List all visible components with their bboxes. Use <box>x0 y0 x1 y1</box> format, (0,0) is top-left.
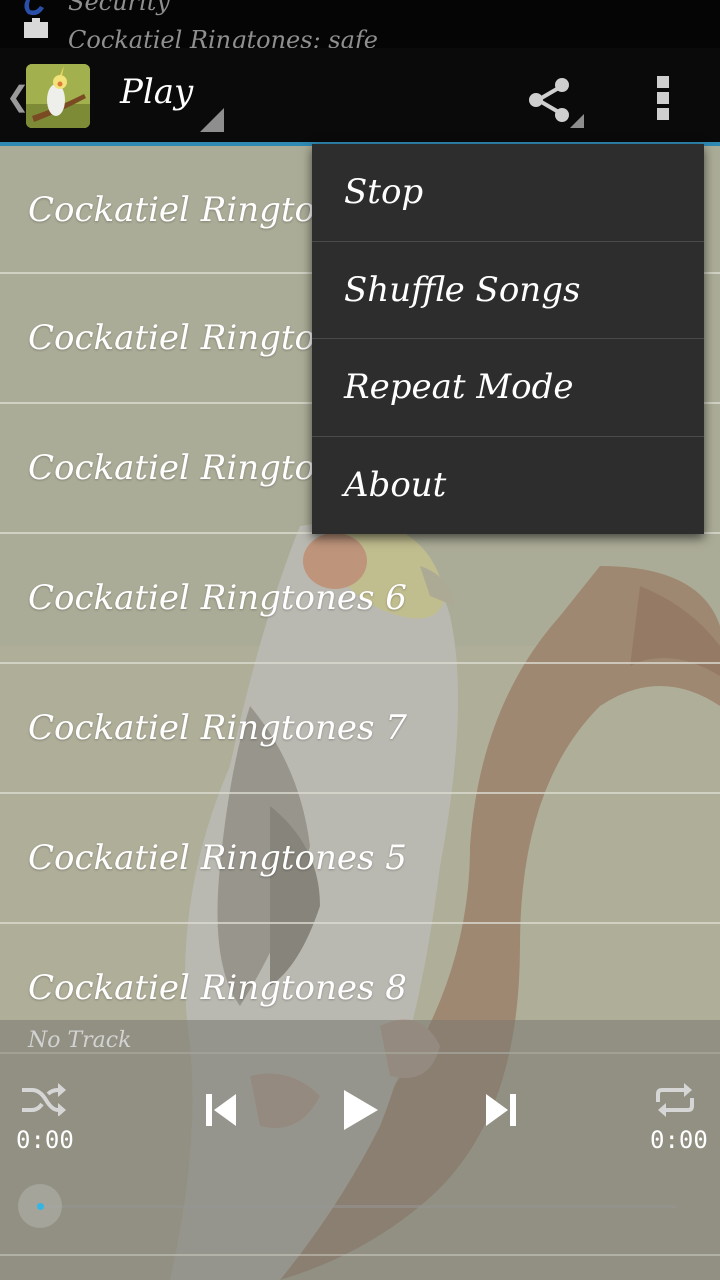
notification-bar: Security Cockatiel Ringtones: safe <box>0 0 720 48</box>
list-item[interactable]: Cockatiel Ringtones 7 <box>0 664 720 794</box>
notification-subtitle: Cockatiel Ringtones: safe <box>68 26 378 48</box>
track-name: No Track <box>28 1028 132 1053</box>
page-title: Play <box>120 72 194 112</box>
menu-item-label: Repeat Mode <box>344 367 574 407</box>
menu-item-label: About <box>344 464 447 505</box>
overflow-popup-menu: Stop Shuffle Songs Repeat Mode About <box>312 144 704 534</box>
bottom-divider <box>0 1254 720 1256</box>
list-item[interactable]: Cockatiel Ringtones 6 <box>0 534 720 664</box>
action-bar: ❮ Play <box>0 48 720 146</box>
play-icon[interactable] <box>340 1088 380 1132</box>
overflow-menu-icon[interactable] <box>640 70 686 124</box>
menu-item-label: Shuffle Songs <box>344 269 581 310</box>
share-dropdown-icon <box>570 114 584 128</box>
total-time: 0:00 <box>650 1126 708 1154</box>
elapsed-time: 0:00 <box>16 1126 74 1154</box>
seek-track <box>36 1205 676 1208</box>
next-icon[interactable] <box>484 1092 518 1128</box>
menu-item-shuffle-songs[interactable]: Shuffle Songs <box>312 242 704 339</box>
spinner-dropdown-icon <box>200 108 224 132</box>
list-item-label: Cockatiel Ringtones 6 <box>28 578 407 618</box>
list-item[interactable]: Cockatiel Ringtones 5 <box>0 794 720 924</box>
menu-item-repeat-mode[interactable]: Repeat Mode <box>312 339 704 437</box>
notification-title: Security <box>68 0 170 16</box>
repeat-icon[interactable] <box>654 1082 696 1118</box>
list-item-label: Cockatiel Ringtones 5 <box>28 838 407 878</box>
list-item-label: Cockatiel Ringtones 7 <box>28 708 407 748</box>
share-button[interactable] <box>520 66 586 132</box>
seek-thumb[interactable] <box>18 1184 62 1228</box>
menu-item-about[interactable]: About <box>312 437 704 535</box>
previous-icon[interactable] <box>204 1092 238 1128</box>
shuffle-icon[interactable] <box>20 1082 66 1116</box>
menu-item-stop[interactable]: Stop <box>312 144 704 242</box>
seek-bar[interactable] <box>18 1184 682 1228</box>
navigation-spinner[interactable]: Play <box>120 68 224 132</box>
app-notification-icon <box>24 0 48 38</box>
cockatiel-app-icon[interactable] <box>26 64 90 128</box>
player-panel: No Track 0:00 0:00 <box>0 1020 720 1280</box>
list-item-label: Cockatiel Ringtones 8 <box>28 968 407 1008</box>
menu-item-label: Stop <box>344 172 424 212</box>
